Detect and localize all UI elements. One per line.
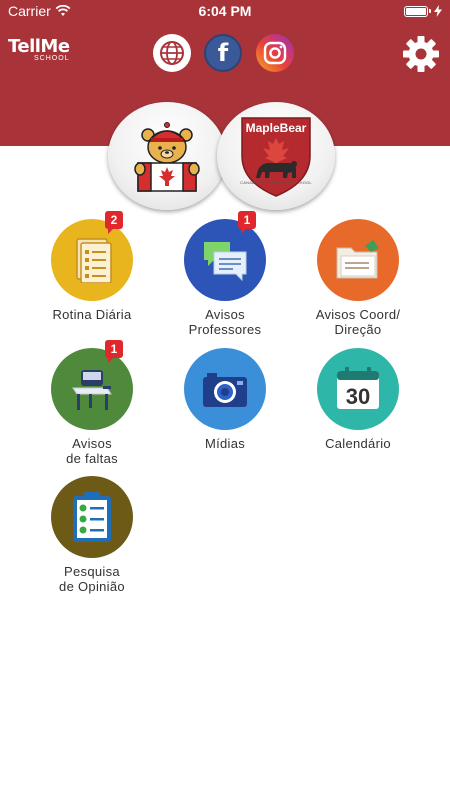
globe-icon [160, 41, 184, 65]
website-button[interactable] [153, 34, 191, 72]
clipboard-icon [73, 492, 111, 542]
checklist-icon [76, 238, 112, 283]
menu-label: Avisos Professores [188, 307, 262, 337]
notification-badge: 1 [105, 340, 123, 363]
menu-label: Avisos de faltas [66, 436, 118, 466]
pesquisa-opiniao-icon-circle [51, 476, 133, 558]
notification-badge: 1 [238, 211, 256, 234]
instagram-button[interactable] [256, 34, 294, 72]
camera-icon [203, 373, 247, 407]
maple-bear-title: MapleBear [246, 121, 307, 135]
calendario-icon-circle: 30 [317, 348, 399, 430]
charging-bolt-icon [434, 5, 442, 17]
menu-midias[interactable]: Mídias [165, 348, 285, 451]
menu-avisos-coord[interactable]: Avisos Coord/ Direção [298, 219, 418, 337]
folder-icon [336, 240, 379, 279]
instagram-icon [263, 41, 287, 65]
menu-label: Pesquisa de Opinião [59, 564, 125, 594]
app-screen: Carrier 6:04 PM TellMe SCHOOL f MapleBea… [0, 0, 450, 800]
avisos-professores-icon-circle: 1 [184, 211, 266, 301]
battery-icon [404, 5, 428, 17]
menu-label: Mídias [204, 436, 246, 451]
tellme-school-logo: TellMe SCHOOL [8, 36, 70, 63]
menu-label: Rotina Diária [52, 307, 132, 322]
menu-label: Calendário [325, 436, 391, 451]
maple-bear-shield: MapleBear [241, 117, 311, 197]
menu-pesquisa-opiniao[interactable]: Pesquisa de Opinião [32, 476, 152, 594]
calendar-day: 30 [346, 384, 370, 409]
menu-rotina-diaria[interactable]: 2 Rotina Diária [32, 211, 152, 322]
facebook-icon: f [217, 39, 229, 67]
canada-bear-logo [134, 122, 200, 192]
notification-badge: 2 [105, 211, 123, 234]
avisos-faltas-icon-circle: 1 [51, 340, 133, 430]
status-bar: Carrier 6:04 PM [0, 0, 450, 24]
header-bar: Carrier 6:04 PM TellMe SCHOOL f [0, 0, 450, 146]
chat-icon [204, 242, 247, 282]
maple-bear-button[interactable]: MapleBear CANADIAN ELEMENTARY SCHOOL [217, 102, 335, 210]
menu-avisos-professores[interactable]: 1 Avisos Professores [165, 211, 285, 337]
rotina-diaria-icon-circle: 2 [51, 211, 133, 301]
gear-icon [403, 36, 439, 72]
midias-icon-circle [184, 348, 266, 430]
menu-label: Avisos Coord/ Direção [315, 307, 401, 337]
avisos-coord-icon-circle [317, 219, 399, 301]
school-mascot-button[interactable] [108, 102, 226, 210]
facebook-button[interactable]: f [204, 34, 242, 72]
clock-time: 6:04 PM [198, 3, 252, 19]
settings-button[interactable] [401, 34, 441, 74]
calendar-icon: 30 [337, 367, 379, 409]
menu-avisos-faltas[interactable]: 1 Avisos de faltas [32, 340, 152, 466]
logo-text: TellMe [8, 36, 70, 57]
maple-bear-subtitle: CANADIAN ELEMENTARY SCHOOL [240, 180, 312, 185]
battery-indicator [404, 5, 442, 17]
desk-icon [72, 370, 112, 410]
menu-calendario[interactable]: 30 Calendário [298, 348, 418, 451]
